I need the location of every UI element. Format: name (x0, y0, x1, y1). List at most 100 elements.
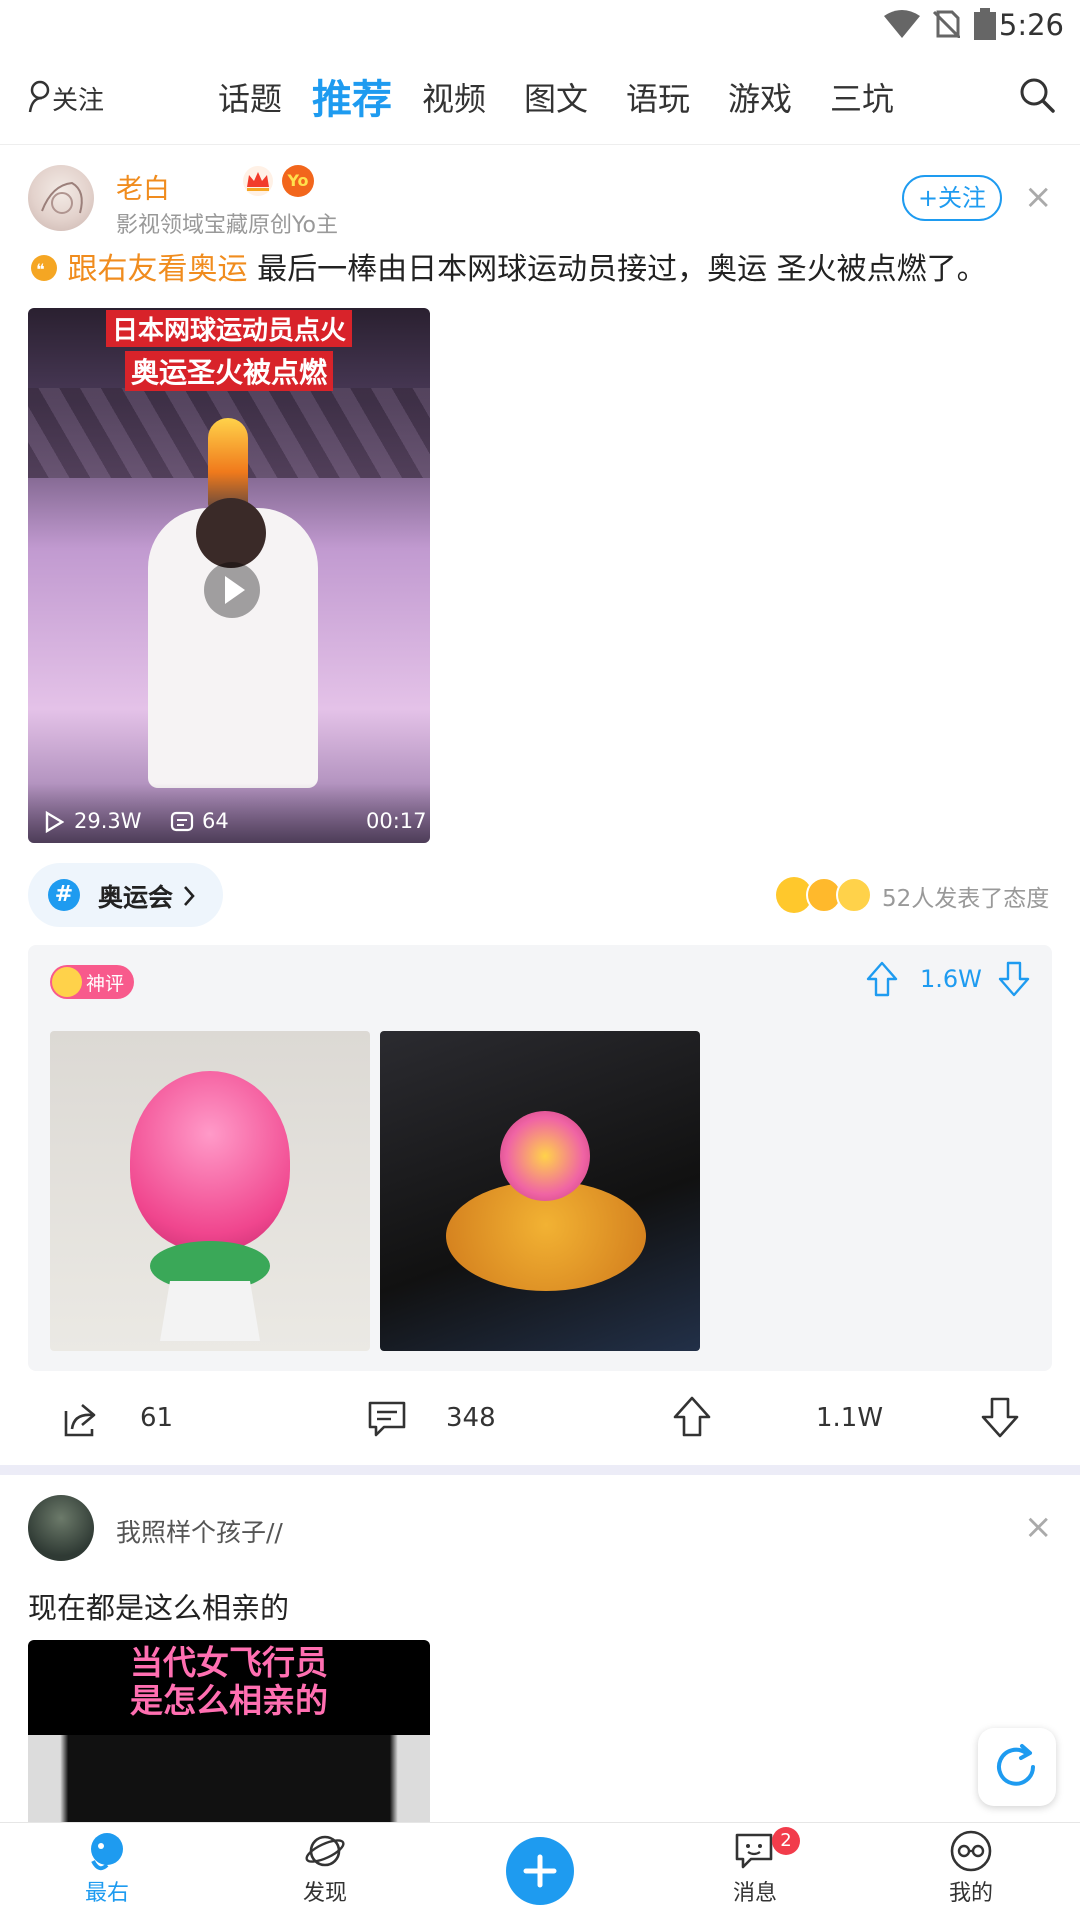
close-icon[interactable]: × (1024, 1507, 1053, 1547)
post-card-2: 我照样个孩子// × 现在都是这么相亲的 当代女飞行员 是怎么相亲的 (0, 1475, 1080, 1822)
yo-badge: Yo (282, 165, 314, 197)
god-comment-card[interactable]: 神评 1.6W (28, 945, 1052, 1371)
video-thumbnail[interactable]: 日本网球运动员点火 奥运圣火被点燃 29.3W 64 00:17 (28, 308, 430, 843)
topic-tag[interactable]: 跟右友看奥运 (68, 252, 248, 287)
tab-discover[interactable]: 发现 (270, 1829, 380, 1907)
torch-flame (208, 418, 248, 508)
planet-icon (305, 1835, 345, 1867)
post-username[interactable]: 老白 (116, 167, 170, 206)
tab-messages-label: 消息 (732, 1881, 777, 1906)
plus-icon (523, 1854, 557, 1888)
follow-button[interactable]: +关注 (902, 175, 1002, 221)
close-icon[interactable]: × (1024, 177, 1053, 217)
tab-zuiyou[interactable]: 最右 (52, 1829, 162, 1907)
video-caption-line2: 是怎么相亲的 (130, 1681, 328, 1720)
video-caption-line2: 奥运圣火被点燃 (124, 351, 333, 391)
tongue-emoji-icon (836, 877, 872, 913)
play-icon (225, 576, 245, 604)
avatar-sketch-icon (41, 181, 83, 214)
post-card-1: 老白 Yo 影视领域宝藏原创Yo主 +关注 × ❝ 跟右友看奥运 最后一棒由日本… (0, 145, 1080, 1465)
video-caption-line1: 当代女飞行员 (130, 1643, 328, 1682)
play-count-icon (45, 811, 64, 833)
tab-me-label: 我的 (948, 1881, 993, 1906)
tab-video[interactable]: 视频 (422, 74, 486, 120)
hashtag-label: 奥运会 (98, 883, 174, 912)
torchbearer-head (196, 498, 266, 568)
tab-image-text[interactable]: 图文 (524, 74, 588, 120)
video-caption: 当代女飞行员 是怎么相亲的 (28, 1644, 430, 1720)
top-nav: 关注 话题 推荐 视频 图文 语玩 游戏 三坑 (0, 60, 1080, 145)
follow-entry-label: 关注 (52, 86, 105, 116)
downvote-icon[interactable] (998, 961, 1030, 997)
message-badge: 2 (772, 1827, 800, 1855)
tab-discover-label: 发现 (302, 1881, 347, 1906)
hashtag-icon: # (48, 879, 80, 911)
crown-icon (243, 166, 273, 196)
video-comment-count: 64 (202, 809, 229, 833)
video-caption-line1: 日本网球运动员点火 (105, 310, 352, 347)
cake-lotus-candle (500, 1111, 590, 1201)
status-time: 5:26 (998, 8, 1064, 42)
zuiyou-logo-icon (91, 1833, 123, 1871)
wifi-icon (884, 10, 920, 38)
tab-recommended[interactable]: 推荐 (312, 67, 392, 125)
svg-text:❝: ❝ (36, 260, 45, 279)
play-button[interactable] (204, 562, 260, 618)
search-icon[interactable] (1018, 76, 1056, 114)
video-frame (28, 1735, 430, 1822)
no-sim-icon (932, 10, 960, 38)
comment-icon[interactable] (366, 1399, 408, 1439)
comment-count-icon (170, 811, 194, 832)
tab-zuiyou-label: 最右 (84, 1881, 129, 1906)
tab-me[interactable]: 我的 (916, 1829, 1026, 1907)
hashtag-chip[interactable]: # 奥运会 (28, 863, 223, 927)
refresh-button[interactable] (978, 1728, 1056, 1806)
video-thumbnail[interactable]: 当代女飞行员 是怎么相亲的 (28, 1640, 430, 1822)
avatar[interactable] (28, 165, 94, 231)
person-icon (28, 80, 50, 113)
message-icon (735, 1833, 773, 1869)
share-count: 61 (140, 1403, 174, 1433)
god-comment-badge: 神评 (50, 965, 134, 999)
refresh-icon (997, 1744, 1035, 1786)
post-body: 现在都是这么相亲的 (28, 1591, 290, 1625)
god-comment-emoji-icon (52, 967, 82, 997)
tab-sankeng[interactable]: 三坑 (830, 74, 894, 120)
tab-topics[interactable]: 话题 (218, 74, 282, 120)
post-body: 最后一棒由日本网球运动员接过，奥运 圣火被点燃了。 (257, 252, 987, 287)
share-icon[interactable] (60, 1399, 100, 1439)
post-user-subtitle: 影视领域宝藏原创Yo主 (116, 213, 338, 238)
upvote-icon[interactable] (866, 961, 898, 997)
upvote-count: 1.1W (816, 1403, 884, 1433)
comment-image-lotus[interactable] (50, 1031, 370, 1351)
bottom-tab-bar: 最右 发现 消息 2 我的 (0, 1822, 1080, 1921)
comment-count: 348 (446, 1403, 496, 1433)
post-downvote-icon[interactable] (980, 1395, 1020, 1439)
quote-icon: ❝ (31, 255, 57, 281)
chevron-right-icon (184, 886, 195, 906)
attitude-emojis[interactable] (776, 875, 876, 915)
post-upvote-icon[interactable] (672, 1395, 712, 1439)
tab-voice[interactable]: 语玩 (626, 74, 690, 120)
video-duration: 00:17 (366, 809, 427, 833)
battery-icon (974, 8, 996, 40)
god-comment-badge-label: 神评 (86, 973, 125, 995)
me-glasses-icon (950, 1830, 992, 1872)
play-count: 29.3W (74, 809, 142, 833)
tab-messages[interactable]: 消息 2 (700, 1827, 810, 1907)
comment-image-cake[interactable] (380, 1031, 700, 1351)
post-username[interactable]: 我照样个孩子// (116, 1513, 283, 1549)
post-actions: 61 348 1.1W (0, 1391, 1080, 1451)
post-text: ❝ 跟右友看奥运 最后一棒由日本网球运动员接过，奥运 圣火被点燃了。 (30, 249, 1060, 291)
attitude-text[interactable]: 52人发表了态度 (882, 879, 1049, 913)
lotus-flower (130, 1071, 290, 1251)
avatar[interactable] (28, 1495, 94, 1561)
status-bar: 5:26 (0, 0, 1080, 50)
tab-games[interactable]: 游戏 (728, 74, 792, 120)
god-comment-score: 1.6W (920, 965, 982, 993)
post-create-button[interactable] (506, 1837, 574, 1905)
lotus-stand (160, 1281, 260, 1341)
video-footer: 29.3W 64 00:17 (28, 783, 430, 843)
video-caption: 日本网球运动员点火 奥运圣火被点燃 (28, 308, 430, 398)
post-separator (0, 1465, 1080, 1475)
